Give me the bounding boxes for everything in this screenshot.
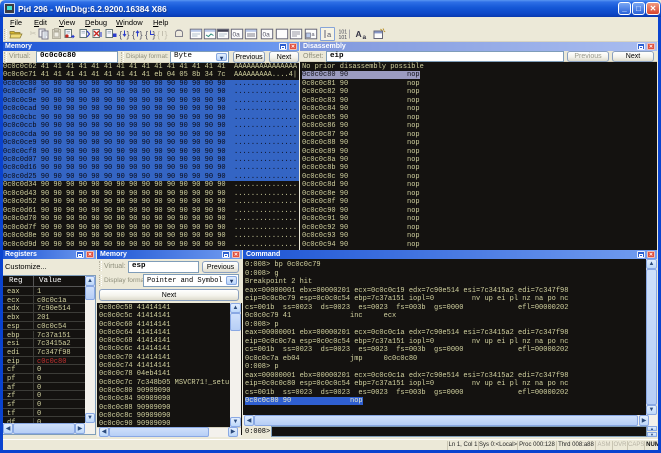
- svg-text:}: }: [165, 30, 168, 40]
- svg-text:{: {: [132, 30, 135, 40]
- svg-text:}: }: [140, 30, 143, 40]
- svg-text:101: 101: [339, 35, 348, 40]
- svg-text:{: {: [157, 30, 160, 40]
- svg-text:A: A: [356, 29, 362, 39]
- svg-text:a: a: [327, 30, 332, 39]
- svg-text:0a: 0a: [263, 32, 271, 39]
- svg-text:0a: 0a: [233, 32, 241, 39]
- svg-text:{: {: [145, 30, 148, 40]
- svg-text:}: }: [127, 30, 130, 40]
- svg-text:a: a: [363, 34, 367, 40]
- svg-text:{: {: [119, 30, 122, 40]
